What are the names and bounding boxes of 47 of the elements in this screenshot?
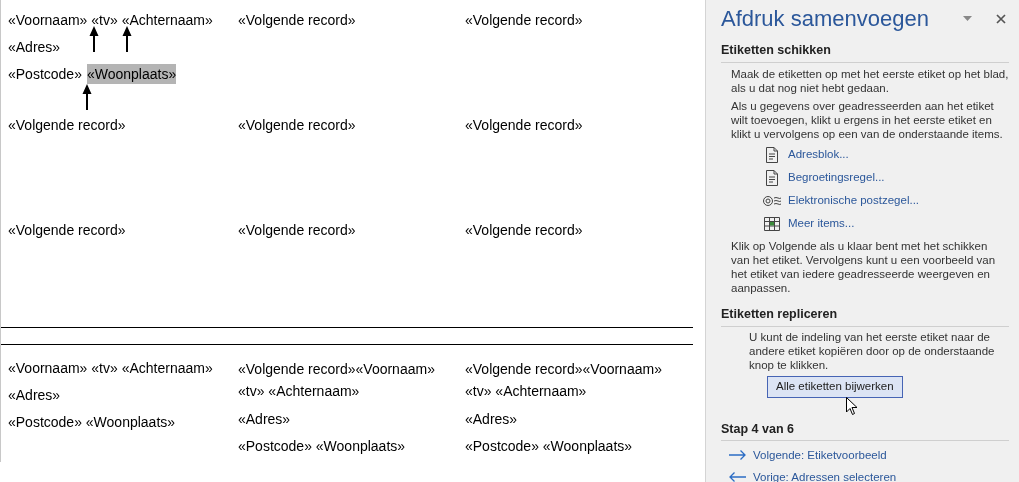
merge-field-text: «Volgende record» [465,116,583,135]
step-heading: Stap 4 van 6 [721,419,1009,442]
merge-field-text: «Adres» [465,410,518,429]
stamp-icon [763,194,781,207]
merge-field-text: «Voornaam» «tv» «Achternaam» [8,359,213,378]
merge-field-text: «Adres» [8,386,61,405]
left-arrow-icon [729,472,746,482]
selected-merge-field: «Woonplaats» [86,64,177,84]
right-arrow-icon [729,450,746,461]
update-all-labels-button[interactable]: Alle etiketten bijwerken [767,375,903,398]
merge-field-text: «Postcode» «Woonplaats» [238,437,406,456]
arrow-icon [122,26,132,52]
insert-field-link[interactable]: Begroetingsregel... [788,169,885,187]
insert-field-link[interactable]: Adresblok... [788,146,849,164]
document-icon [765,146,779,163]
merge-field-text: «Adres» [8,38,61,57]
merge-field-text: «Volgende record»«Voornaam» «tv» «Achternaam» [465,360,663,401]
section-heading: Etiketten repliceren [721,304,1009,327]
merge-field-text: «Volgende record»«Voornaam» «tv» «Achternaam» [238,360,436,401]
instruction-text: Klik op Volgende als u klaar bent met het schikken van het etiket. Vervolgens kunt u een voorbeeld van het etiket van iedere geadresseerde weergeven en aanpassen. [730,238,997,295]
instruction-text: Als u gegevens over geadresseerden aan het etiket wilt toevoegen, klikt u ergens in het eerste etiket en klikt u vervolgens op een van de onderstaande items. [730,98,1004,141]
merge-field-text: «Volgende record» [238,221,356,240]
mouse-cursor-icon [846,396,858,416]
merge-field-text: «Postcode» «Woonplaats» [465,437,633,456]
arrow-icon [89,26,99,52]
instruction-text: Maak de etiketten op met het eerste etiket op het blad, als u dat nog niet hebt gedaan. [730,66,1009,95]
insert-field-link[interactable]: Meer items... [788,215,855,233]
document-icon [765,169,779,186]
wizard-step-link[interactable]: Volgende: Etiketvoorbeeld [753,446,887,464]
merge-field-text: «Voornaam» «tv» «Achternaam» [8,11,213,30]
merge-field-text: «Postcode» [8,65,82,84]
merge-field-text: «Volgende record» [238,116,356,135]
insert-field-link[interactable]: Elektronische postzegel... [788,192,920,210]
merge-field-text: «Volgende record» [8,221,126,240]
section-heading: Etiketten schikken [721,41,1009,63]
merge-field-text: «Adres» [238,410,291,429]
arrow-icon [82,84,92,110]
table-icon [764,216,780,231]
merge-field-text: «Volgende record» [8,116,126,135]
instruction-text: U kunt de indeling van het eerste etiket naar de andere etiket kopiëren door op de onderstaande knop te klikken. [748,329,996,372]
merge-field-text: «Volgende record» [238,11,356,30]
pane-title: Afdruk samenvoegen [721,5,930,33]
merge-field-text: «Postcode» «Woonplaats» [8,413,176,432]
close-icon[interactable] [996,13,1006,24]
merge-field-text: «Volgende record» [465,221,583,240]
merge-field-text: «Volgende record» [465,11,583,30]
dropdown-caret-icon[interactable] [963,16,972,21]
